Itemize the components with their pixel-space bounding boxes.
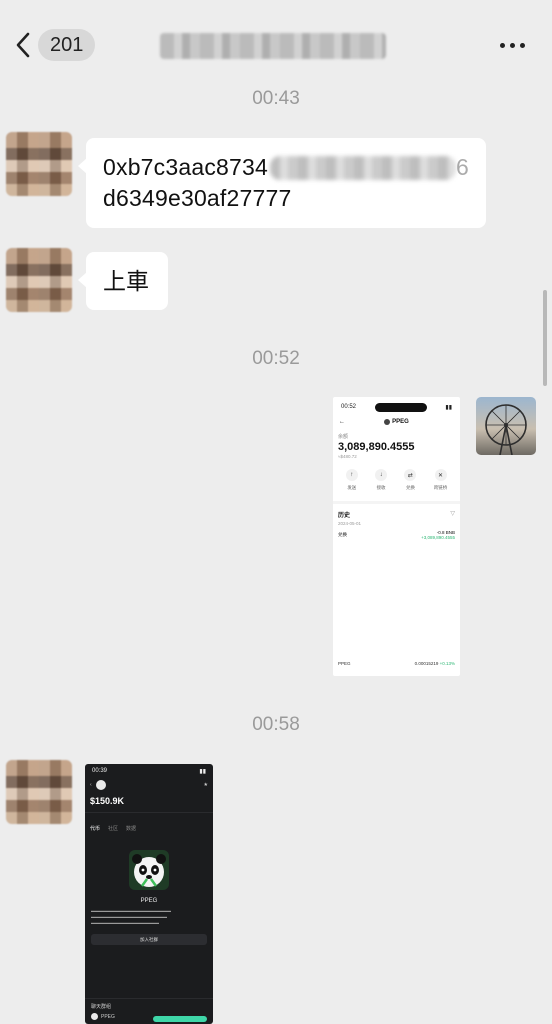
avatar[interactable] [6,248,72,312]
timestamp: 00:58 [252,714,300,735]
chat-header: 201 [0,0,552,76]
tab-data: 数据 [126,826,137,832]
token-icon [384,419,391,425]
wallet-screenshot-image[interactable]: 00:52 ▮▮ ← PPEG 余额 3,089,890.4555 ≈$480.… [333,397,460,676]
unread-count-badge: 201 [38,29,96,61]
token-title: PPEG [392,419,409,425]
token-description: ▬▬▬▬▬▬▬▬▬▬▬▬▬▬▬▬▬▬▬▬ ▬▬▬▬▬▬▬▬▬▬▬▬▬▬▬▬▬▬▬… [91,908,171,925]
history-title: 历史 [338,513,351,519]
tab-community: 社区 [108,826,119,832]
address-text-fragment: 6 [456,154,469,180]
dynamic-island [374,402,427,412]
swap-action: ⇄ 兑换 [404,469,417,491]
status-icons: ▮▮ [445,404,452,411]
bridge-action: ✕ 跨链桥 [434,469,447,491]
receive-action: ↓ 接收 [375,469,388,491]
balance-label: 余额 [338,434,349,440]
action-pill [153,1016,207,1022]
timestamp: 00:52 [252,348,300,369]
balance-value: 3,089,890.4555 [338,441,415,453]
history-row: 兑换 -0.8 BNB +3,089,890.4555 [338,530,455,540]
send-action: ↑ 发送 [345,469,358,491]
message-bubble-address[interactable]: 0xb7c3aac8734 6 d6349e30af27777 [78,138,486,228]
avatar[interactable] [6,760,72,824]
more-options-icon[interactable] [498,36,526,54]
chevron-left-icon [12,28,34,62]
ferris-wheel-icon [485,404,527,455]
token-price: $150.9K [90,796,125,806]
wallet-footer: PPEG 0.00015219 +0.13% [338,661,455,666]
message-bubble-text[interactable]: 上車 [78,252,168,310]
back-button[interactable]: 201 [12,28,96,62]
status-time: 00:52 [341,404,357,410]
avatar[interactable] [6,132,72,196]
address-text-start: 0xb7c3aac8734 [103,154,269,180]
avatar-self[interactable] [476,397,536,455]
back-arrow-icon: ‹ [90,782,92,788]
panda-logo-icon [129,850,169,890]
tab-token: 代币 [90,826,101,832]
join-community-button: 加入社群 [91,934,207,945]
token-screenshot-image[interactable]: 00:39 ▮▮ ‹ ★ $150.9K 代币 社区 数据 PPEG ▬▬▬▬▬… [85,764,213,1024]
status-time: 00:39 [92,768,108,774]
chat-group-section: 聊天群组 PPEG [85,998,213,1024]
address-text-end: d6349e30af27777 [103,185,292,211]
token-icon [95,780,106,790]
address-redacted [270,155,456,180]
scrollbar[interactable] [543,290,547,386]
timestamp: 00:43 [252,88,300,109]
star-icon: ★ [203,782,208,788]
chat-title-redacted [160,33,386,59]
status-icons: ▮▮ [199,769,206,775]
filter-icon: ▽ [450,511,455,517]
